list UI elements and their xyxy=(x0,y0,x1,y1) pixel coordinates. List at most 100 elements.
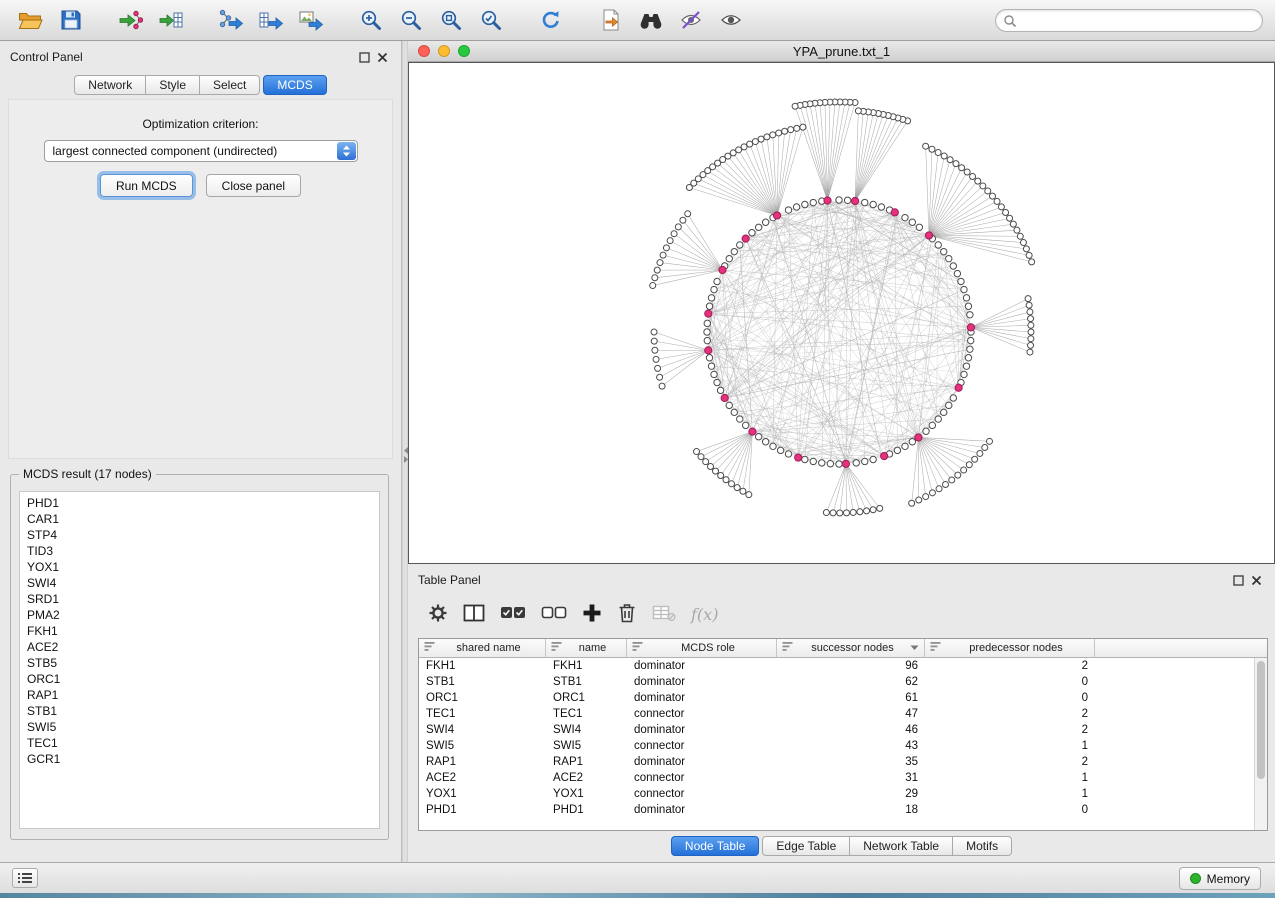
cell-mcds-role[interactable]: dominator xyxy=(627,692,777,704)
search-input[interactable] xyxy=(995,9,1263,32)
table-row[interactable]: YOX1 YOX1 connector 29 1 xyxy=(419,786,1254,802)
column-header-name[interactable]: name xyxy=(546,639,627,657)
cell-successor-nodes[interactable]: 43 xyxy=(777,740,925,752)
cell-predecessor-nodes[interactable]: 0 xyxy=(925,804,1095,816)
cell-predecessor-nodes[interactable]: 0 xyxy=(925,676,1095,688)
mcds-result-item[interactable]: TEC1 xyxy=(27,735,372,751)
cell-mcds-role[interactable]: connector xyxy=(627,708,777,720)
cell-predecessor-nodes[interactable]: 2 xyxy=(925,756,1095,768)
column-header-successor-nodes[interactable]: successor nodes xyxy=(777,639,925,657)
cell-mcds-role[interactable]: dominator xyxy=(627,676,777,688)
cell-name[interactable]: PHD1 xyxy=(546,804,627,816)
tab-network-table[interactable]: Network Table xyxy=(850,836,953,856)
cell-name[interactable]: FKH1 xyxy=(546,660,627,672)
mcds-result-item[interactable]: ORC1 xyxy=(27,671,372,687)
memory-button[interactable]: Memory xyxy=(1179,867,1261,890)
cell-mcds-role[interactable]: dominator xyxy=(627,804,777,816)
export-image-button[interactable] xyxy=(292,4,329,36)
column-header-predecessor-nodes[interactable]: predecessor nodes xyxy=(925,639,1095,657)
cell-shared-name[interactable]: TEC1 xyxy=(419,708,546,720)
cell-shared-name[interactable]: YOX1 xyxy=(419,788,546,800)
export-table-button[interactable] xyxy=(252,4,289,36)
cell-shared-name[interactable]: ORC1 xyxy=(419,692,546,704)
cell-successor-nodes[interactable]: 46 xyxy=(777,724,925,736)
column-header-shared-name[interactable]: shared name xyxy=(419,639,546,657)
cell-predecessor-nodes[interactable]: 2 xyxy=(925,708,1095,720)
float-table-panel-button[interactable] xyxy=(1229,572,1247,588)
mcds-result-item[interactable]: PMA2 xyxy=(27,607,372,623)
tab-network[interactable]: Network xyxy=(74,75,146,95)
cell-predecessor-nodes[interactable]: 0 xyxy=(925,692,1095,704)
cell-name[interactable]: ORC1 xyxy=(546,692,627,704)
cell-shared-name[interactable]: STB1 xyxy=(419,676,546,688)
cell-mcds-role[interactable]: connector xyxy=(627,772,777,784)
run-mcds-button[interactable]: Run MCDS xyxy=(100,174,193,197)
mcds-result-item[interactable]: CAR1 xyxy=(27,511,372,527)
delete-column-button[interactable] xyxy=(617,602,637,627)
table-row[interactable]: TEC1 TEC1 connector 47 2 xyxy=(419,706,1254,722)
close-panel-button[interactable] xyxy=(373,49,391,65)
cell-name[interactable]: SWI5 xyxy=(546,740,627,752)
table-row[interactable]: ORC1 ORC1 dominator 61 0 xyxy=(419,690,1254,706)
cell-shared-name[interactable]: FKH1 xyxy=(419,660,546,672)
zoom-in-button[interactable] xyxy=(352,4,389,36)
table-row[interactable]: SWI5 SWI5 connector 43 1 xyxy=(419,738,1254,754)
find-button[interactable] xyxy=(632,4,669,36)
scrollbar-thumb[interactable] xyxy=(1257,661,1265,779)
cell-mcds-role[interactable]: connector xyxy=(627,788,777,800)
cell-successor-nodes[interactable]: 18 xyxy=(777,804,925,816)
unselect-all-button[interactable] xyxy=(541,603,567,626)
mcds-result-item[interactable]: FKH1 xyxy=(27,623,372,639)
minimize-window-button[interactable] xyxy=(438,45,450,57)
mcds-result-item[interactable]: SWI5 xyxy=(27,719,372,735)
open-button[interactable] xyxy=(12,4,49,36)
cell-shared-name[interactable]: SWI5 xyxy=(419,740,546,752)
cell-successor-nodes[interactable]: 62 xyxy=(777,676,925,688)
cell-shared-name[interactable]: PHD1 xyxy=(419,804,546,816)
cell-name[interactable]: STB1 xyxy=(546,676,627,688)
close-window-button[interactable] xyxy=(418,45,430,57)
mcds-result-item[interactable]: STP4 xyxy=(27,527,372,543)
cell-name[interactable]: TEC1 xyxy=(546,708,627,720)
zoom-out-button[interactable] xyxy=(392,4,429,36)
cell-shared-name[interactable]: RAP1 xyxy=(419,756,546,768)
table-row[interactable]: ACE2 ACE2 connector 31 1 xyxy=(419,770,1254,786)
mcds-result-item[interactable]: STB5 xyxy=(27,655,372,671)
mcds-result-item[interactable]: STB1 xyxy=(27,703,372,719)
clone-network-button[interactable] xyxy=(592,4,629,36)
export-network-button[interactable] xyxy=(212,4,249,36)
mcds-result-item[interactable]: PHD1 xyxy=(27,495,372,511)
cell-name[interactable]: ACE2 xyxy=(546,772,627,784)
tab-mcds[interactable]: MCDS xyxy=(263,75,326,95)
refresh-button[interactable] xyxy=(532,4,569,36)
table-row[interactable]: STB1 STB1 dominator 62 0 xyxy=(419,674,1254,690)
criterion-select[interactable]: largest connected component (undirected) xyxy=(44,140,358,162)
cell-successor-nodes[interactable]: 31 xyxy=(777,772,925,784)
task-history-button[interactable] xyxy=(12,868,38,888)
show-columns-button[interactable] xyxy=(463,603,485,626)
show-hide-button[interactable] xyxy=(712,4,749,36)
tab-select[interactable]: Select xyxy=(200,75,260,95)
cell-mcds-role[interactable]: dominator xyxy=(627,724,777,736)
filter-button[interactable] xyxy=(672,4,709,36)
mcds-result-item[interactable]: SRD1 xyxy=(27,591,372,607)
cell-successor-nodes[interactable]: 96 xyxy=(777,660,925,672)
network-graph[interactable] xyxy=(409,63,1274,563)
maximize-window-button[interactable] xyxy=(458,45,470,57)
cell-shared-name[interactable]: SWI4 xyxy=(419,724,546,736)
mcds-result-item[interactable]: SWI4 xyxy=(27,575,372,591)
mcds-result-item[interactable]: TID3 xyxy=(27,543,372,559)
tab-node-table[interactable]: Node Table xyxy=(671,836,760,856)
table-row[interactable]: SWI4 SWI4 dominator 46 2 xyxy=(419,722,1254,738)
network-canvas[interactable] xyxy=(408,62,1275,564)
cell-mcds-role[interactable]: connector xyxy=(627,740,777,752)
cell-mcds-role[interactable]: dominator xyxy=(627,660,777,672)
close-table-panel-button[interactable] xyxy=(1247,572,1265,588)
cell-shared-name[interactable]: ACE2 xyxy=(419,772,546,784)
mcds-result-item[interactable]: RAP1 xyxy=(27,687,372,703)
tab-style[interactable]: Style xyxy=(146,75,200,95)
cell-predecessor-nodes[interactable]: 2 xyxy=(925,660,1095,672)
cell-predecessor-nodes[interactable]: 2 xyxy=(925,724,1095,736)
close-panel-button-mcds[interactable]: Close panel xyxy=(206,174,301,197)
table-row[interactable]: FKH1 FKH1 dominator 96 2 xyxy=(419,658,1254,674)
